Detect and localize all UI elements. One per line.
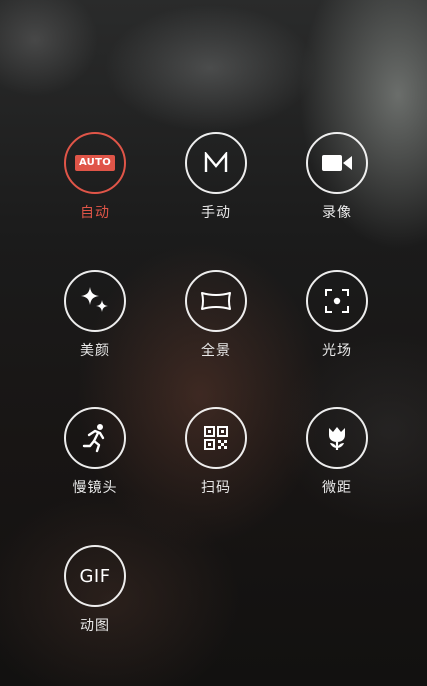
mode-gif[interactable]: GIF 动图 — [35, 545, 155, 635]
mode-video[interactable]: 录像 — [277, 132, 397, 222]
mode-panorama-ring[interactable] — [185, 270, 247, 332]
mode-macro-ring[interactable] — [306, 407, 368, 469]
flower-icon — [329, 427, 345, 450]
auto-icon: AUTO — [74, 155, 116, 171]
mode-slow-motion[interactable]: 慢镜头 — [35, 407, 155, 497]
mode-auto[interactable]: AUTO 自动 — [35, 132, 155, 222]
gif-icon: GIF — [79, 565, 111, 587]
panorama-icon — [201, 292, 231, 310]
manual-m-icon — [204, 152, 228, 172]
mode-auto-ring[interactable]: AUTO — [64, 132, 126, 194]
mode-gif-ring[interactable]: GIF — [64, 545, 126, 607]
mode-light-field-ring[interactable] — [306, 270, 368, 332]
mode-light-field-label: 光场 — [322, 343, 352, 359]
mode-beauty-label: 美颜 — [80, 343, 110, 359]
mode-manual-label: 手动 — [201, 205, 231, 221]
mode-manual[interactable]: 手动 — [156, 132, 276, 222]
sparkle-icon — [81, 287, 108, 312]
video-camera-icon — [322, 155, 352, 171]
mode-macro[interactable]: 微距 — [277, 407, 397, 497]
mode-panorama[interactable]: 全景 — [156, 270, 276, 360]
mode-scan-label: 扫码 — [201, 480, 231, 496]
mode-macro-label: 微距 — [322, 480, 352, 496]
mode-gif-label: 动图 — [80, 618, 110, 634]
mode-light-field[interactable]: 光场 — [277, 270, 397, 360]
running-person-icon — [82, 424, 105, 453]
mode-auto-label: 自动 — [80, 205, 110, 221]
mode-manual-ring[interactable] — [185, 132, 247, 194]
mode-video-label: 录像 — [322, 205, 352, 221]
mode-slow-motion-ring[interactable] — [64, 407, 126, 469]
mode-beauty-ring[interactable] — [64, 270, 126, 332]
qr-code-icon — [204, 426, 228, 450]
mode-beauty[interactable]: 美颜 — [35, 270, 155, 360]
mode-scan[interactable]: 扫码 — [156, 407, 276, 497]
mode-panorama-label: 全景 — [201, 343, 231, 359]
mode-slow-motion-label: 慢镜头 — [72, 480, 118, 496]
focus-frame-icon — [325, 289, 349, 313]
camera-mode-menu: AUTO 自动 手动 录像 美颜 全景 光场 慢镜头 扫码 微距 GIF 动图 — [0, 0, 427, 686]
mode-scan-ring[interactable] — [185, 407, 247, 469]
mode-video-ring[interactable] — [306, 132, 368, 194]
